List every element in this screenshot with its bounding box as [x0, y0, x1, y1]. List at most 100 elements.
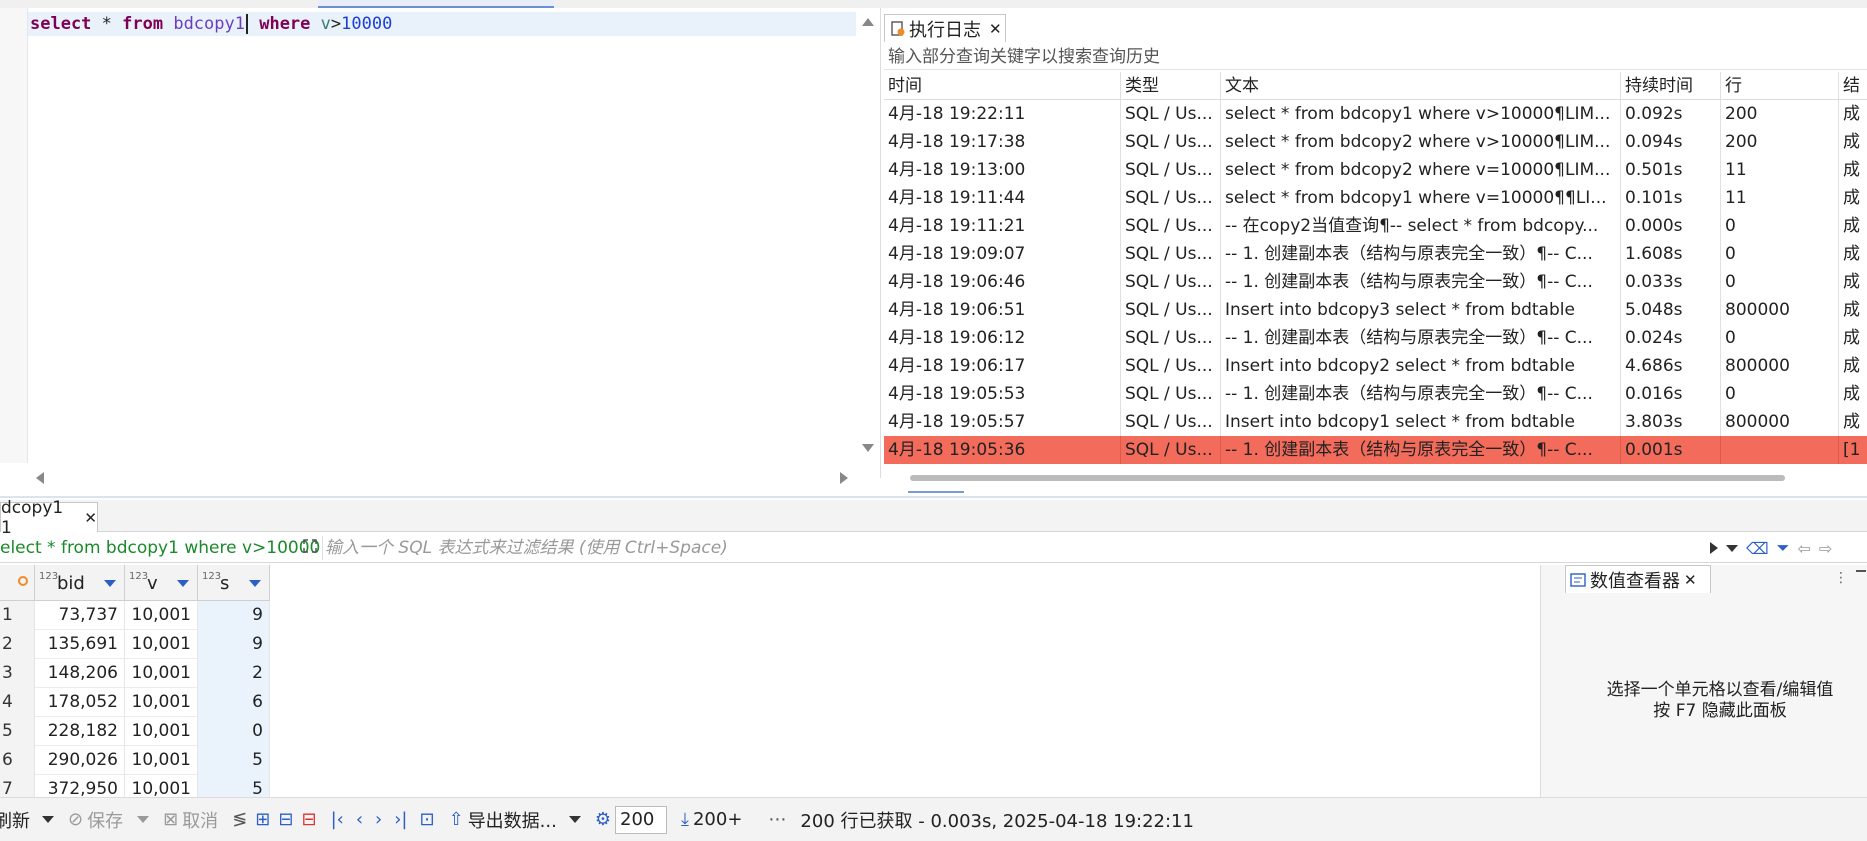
col-header-text[interactable]: 文本: [1221, 72, 1621, 100]
cell-row-number[interactable]: 5: [0, 717, 35, 746]
prev-page-icon[interactable]: ‹: [356, 809, 363, 830]
table-row[interactable]: 1 73,737 10,001 9: [0, 601, 270, 630]
cell-row-number[interactable]: 7: [0, 775, 35, 797]
close-icon[interactable]: ✕: [1684, 571, 1697, 589]
tab-execution-log[interactable]: 执行日志 ✕: [884, 14, 1006, 42]
cell-row-number[interactable]: 3: [0, 659, 35, 688]
table-row[interactable]: 3 148,206 10,001 2: [0, 659, 270, 688]
editor-scroll-up-icon[interactable]: [862, 18, 876, 32]
close-icon[interactable]: ✕: [989, 20, 1002, 38]
sort-icon[interactable]: [104, 580, 116, 587]
log-row[interactable]: 4月-18 19:05:57 SQL / Us... Insert into bdc…: [884, 408, 1867, 436]
log-row[interactable]: 4月-18 19:05:53 SQL / Us... -- 1. 创建副本表（结构与…: [884, 380, 1867, 408]
add-row-icon[interactable]: ⊞: [255, 809, 270, 830]
cell-v[interactable]: 10,001: [125, 630, 198, 659]
col-header-time[interactable]: 时间: [884, 72, 1121, 100]
chevron-down-icon[interactable]: [42, 816, 54, 823]
cell-s[interactable]: 6: [198, 688, 270, 717]
filter-history-dropdown-icon[interactable]: [1726, 544, 1738, 552]
back-icon[interactable]: ⇦: [1797, 539, 1810, 558]
cell-s[interactable]: 9: [198, 601, 270, 630]
log-row-error[interactable]: 4月-18 19:05:36 SQL / Us... -- 1. 创建副本表（结构与…: [884, 436, 1867, 464]
fetch-size-input[interactable]: 200: [615, 805, 667, 834]
cell-s[interactable]: 0: [198, 717, 270, 746]
filter-input[interactable]: 输入一个 SQL 表达式来过滤结果 (使用 Ctrl+Space): [322, 536, 1702, 560]
editor-horizontal-scrollbar[interactable]: [28, 470, 850, 484]
table-row[interactable]: 5 228,182 10,001 0: [0, 717, 270, 746]
cell-s[interactable]: 5: [198, 775, 270, 797]
delete-row-icon[interactable]: ⊟: [301, 809, 316, 830]
cell-row-number[interactable]: 1: [0, 601, 35, 630]
cancel-button[interactable]: ⊠ 取消: [163, 807, 218, 833]
log-search-input[interactable]: 输入部分查询关键字以搜索查询历史: [884, 44, 1867, 70]
funnel-icon[interactable]: ⏷: [1777, 538, 1790, 558]
last-page-icon[interactable]: ›|: [394, 809, 407, 830]
log-row[interactable]: 4月-18 19:09:07 SQL / Us... -- 1. 创建副本表（结构与…: [884, 240, 1867, 268]
next-page-icon[interactable]: ›: [375, 809, 382, 830]
save-button[interactable]: ⊘ 保存: [68, 807, 150, 833]
tab-value-viewer[interactable]: 数值查看器 ✕: [1565, 565, 1711, 593]
gear-icon[interactable]: ⚙: [595, 809, 611, 830]
log-row[interactable]: 4月-18 19:13:00 SQL / Us... select * from b…: [884, 156, 1867, 184]
cell-bid[interactable]: 290,026: [35, 746, 125, 775]
log-row[interactable]: 4月-18 19:22:11 SQL / Us... select * from b…: [884, 100, 1867, 128]
chevron-down-icon[interactable]: [137, 816, 150, 823]
col-header-rows[interactable]: 行: [1721, 72, 1839, 100]
cell-bid[interactable]: 372,950: [35, 775, 125, 797]
cell-s[interactable]: 9: [198, 630, 270, 659]
cell-v[interactable]: 10,001: [125, 775, 198, 797]
edit-row-icon[interactable]: ≶: [232, 809, 247, 830]
cell-bid[interactable]: 148,206: [35, 659, 125, 688]
tab-results[interactable]: dcopy1 1 ✕: [0, 498, 98, 538]
cell-row-number[interactable]: 6: [0, 746, 35, 775]
table-row[interactable]: 6 290,026 10,001 5: [0, 746, 270, 775]
table-row[interactable]: 4 178,052 10,001 6: [0, 688, 270, 717]
log-row[interactable]: 4月-18 19:06:12 SQL / Us... -- 1. 创建副本表（结构与…: [884, 324, 1867, 352]
log-horizontal-scrollbar[interactable]: [910, 475, 1785, 481]
editor-scroll-down-icon[interactable]: [862, 444, 876, 458]
copy-row-icon[interactable]: ⊟: [278, 809, 293, 830]
scroll-right-icon[interactable]: [840, 472, 848, 484]
panel-menu-icon[interactable]: ⋮: [1834, 570, 1848, 586]
filter-run-icon[interactable]: [1710, 542, 1718, 554]
row-number-header[interactable]: [0, 565, 35, 601]
cell-v[interactable]: 10,001: [125, 688, 198, 717]
log-row[interactable]: 4月-18 19:17:38 SQL / Us... select * from b…: [884, 128, 1867, 156]
col-header-s[interactable]: 123 s: [198, 565, 270, 601]
log-row[interactable]: 4月-18 19:06:46 SQL / Us... -- 1. 创建副本表（结构与…: [884, 268, 1867, 296]
sql-text[interactable]: select * from bdcopy1 where v>10000: [30, 12, 392, 36]
cell-v[interactable]: 10,001: [125, 659, 198, 688]
eraser-icon[interactable]: ⌫: [1746, 539, 1769, 558]
cell-bid[interactable]: 135,691: [35, 630, 125, 659]
sort-icon[interactable]: [249, 580, 261, 587]
log-row[interactable]: 4月-18 19:11:44 SQL / Us... select * from b…: [884, 184, 1867, 212]
export-data-button[interactable]: ⇧ 导出数据...: [449, 807, 581, 833]
cell-v[interactable]: 10,001: [125, 717, 198, 746]
col-header-v[interactable]: 123 v: [125, 565, 198, 601]
scroll-left-icon[interactable]: [36, 472, 44, 484]
panel-minimize-icon[interactable]: [1856, 570, 1866, 572]
refresh-button[interactable]: 刷新: [0, 807, 54, 833]
col-header-result[interactable]: 结: [1839, 72, 1867, 100]
cell-s[interactable]: 2: [198, 659, 270, 688]
cell-bid[interactable]: 178,052: [35, 688, 125, 717]
table-row[interactable]: 2 135,691 10,001 9: [0, 630, 270, 659]
first-page-icon[interactable]: |‹: [331, 809, 344, 830]
log-row[interactable]: 4月-18 19:06:17 SQL / Us... Insert into bdc…: [884, 352, 1867, 380]
expand-icon[interactable]: [302, 538, 318, 554]
close-icon[interactable]: ✕: [84, 509, 97, 527]
active-editor-tab-indicator[interactable]: [318, 0, 554, 8]
cell-bid[interactable]: 228,182: [35, 717, 125, 746]
cell-row-number[interactable]: 2: [0, 630, 35, 659]
sql-editor[interactable]: [0, 8, 860, 463]
more-icon[interactable]: ⋯: [768, 809, 786, 830]
col-header-type[interactable]: 类型: [1121, 72, 1221, 100]
sort-icon[interactable]: [177, 580, 189, 587]
cell-v[interactable]: 10,001: [125, 746, 198, 775]
forward-icon[interactable]: ⇨: [1819, 539, 1832, 558]
fit-icon[interactable]: ⊡: [420, 809, 435, 830]
chevron-down-icon[interactable]: [568, 816, 581, 823]
log-row[interactable]: 4月-18 19:11:21 SQL / Us... -- 在copy2当值查询¶-…: [884, 212, 1867, 240]
fetch-more-button[interactable]: ⤓ 200+: [681, 809, 742, 830]
log-row[interactable]: 4月-18 19:06:51 SQL / Us... Insert into bdc…: [884, 296, 1867, 324]
